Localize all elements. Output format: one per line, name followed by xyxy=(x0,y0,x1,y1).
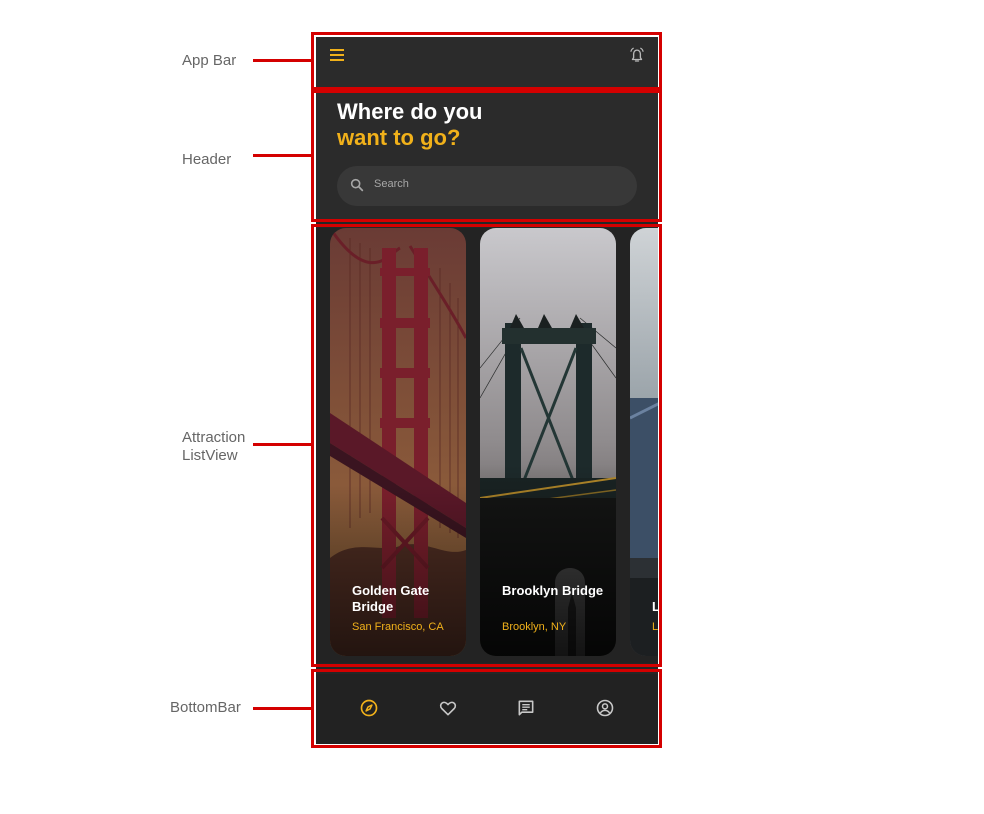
frame-attraction-listview xyxy=(311,224,662,667)
annotation-bottom-bar: BottomBar xyxy=(170,699,241,716)
connector-header xyxy=(253,154,313,157)
connector-bottom-bar xyxy=(253,707,313,710)
connector-listview xyxy=(253,443,313,446)
annotation-header: Header xyxy=(182,151,232,168)
frame-bottom-bar xyxy=(311,669,662,748)
annotation-app-bar: App Bar xyxy=(182,52,237,69)
frame-header xyxy=(311,90,662,222)
annotation-listview-line1: Attraction xyxy=(182,429,246,446)
connector-app-bar xyxy=(253,59,313,62)
annotation-listview-line2: ListView xyxy=(182,447,238,464)
annotation-attraction-listview: Attraction ListView xyxy=(182,429,245,465)
frame-app-bar xyxy=(311,32,662,90)
